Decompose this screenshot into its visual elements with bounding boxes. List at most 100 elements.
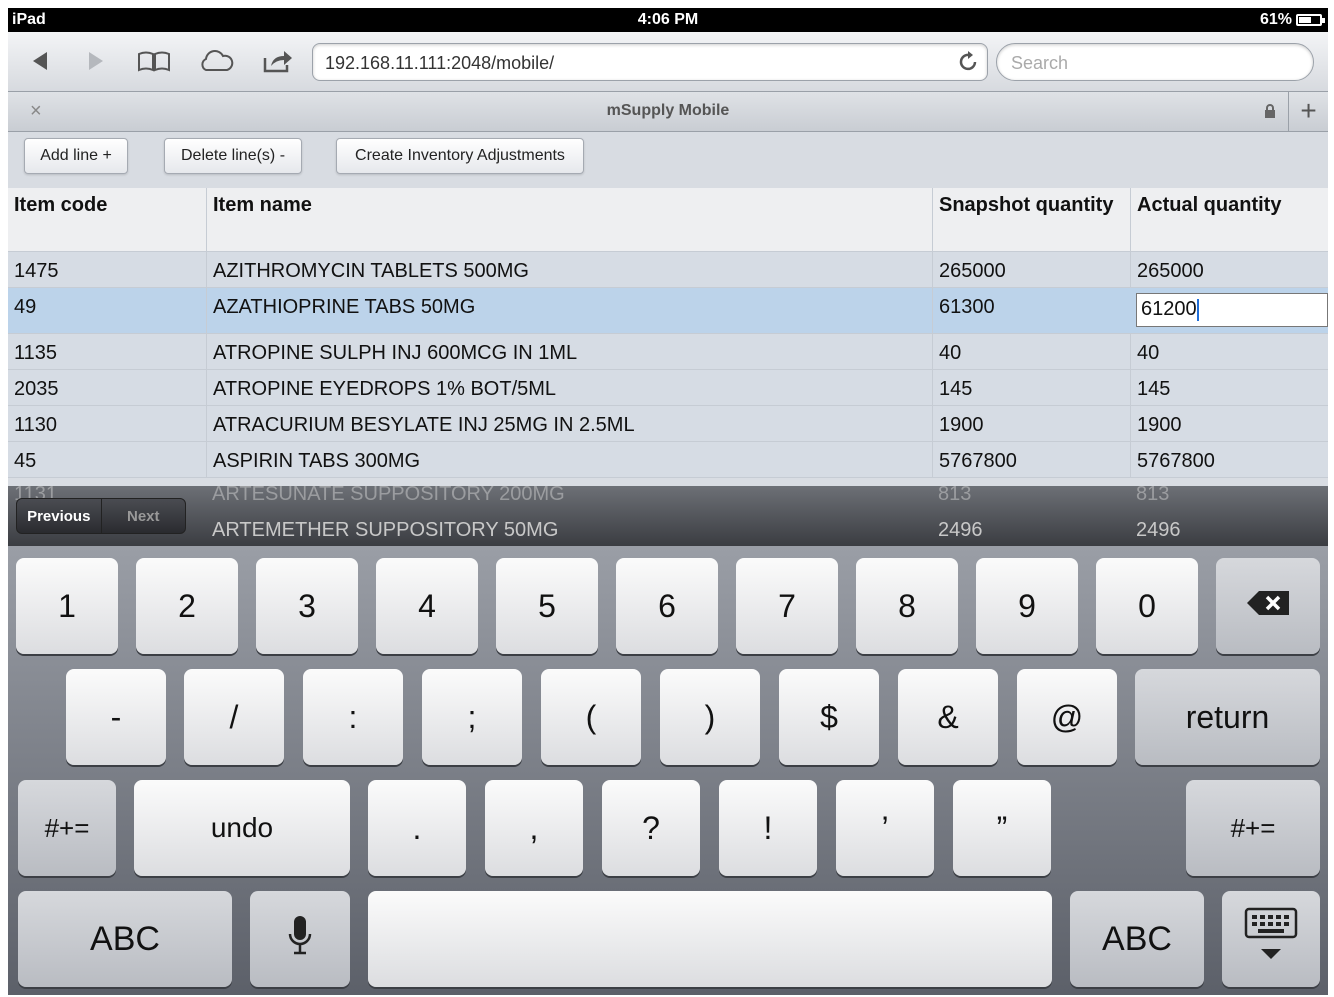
actual-qty-value: 61200 bbox=[1141, 298, 1197, 320]
status-bar: iPad 4:06 PM 61% bbox=[8, 8, 1328, 32]
undo-key[interactable]: undo bbox=[134, 780, 350, 876]
on-screen-keyboard: 1 2 3 4 5 6 7 8 9 0 - / : ; ( ) $ & @ re… bbox=[8, 546, 1328, 995]
key-2[interactable]: 2 bbox=[136, 558, 238, 654]
key-minus[interactable]: - bbox=[66, 669, 166, 765]
item-name-cell: ATROPINE SULPH INJ 600MCG IN 1ML bbox=[206, 334, 932, 369]
delete-lines-button[interactable]: Delete line(s) - bbox=[164, 138, 302, 174]
item-name-cell: ATRACURIUM BESYLATE INJ 25MG IN 2.5ML bbox=[206, 406, 932, 441]
snapshot-qty-cell: 813 bbox=[938, 483, 972, 505]
space-bar[interactable] bbox=[368, 891, 1052, 987]
key-7[interactable]: 7 bbox=[736, 558, 838, 654]
item-code-cell: 1135 bbox=[14, 342, 58, 364]
actual-qty-cell: 813 bbox=[1136, 483, 1170, 505]
snapshot-qty-cell: 145 bbox=[932, 370, 1130, 405]
item-name-cell: ARTESUNATE SUPPOSITORY 200MG bbox=[212, 483, 565, 505]
item-name-cell: ATROPINE EYEDROPS 1% BOT/5ML bbox=[206, 370, 932, 405]
tab-title[interactable]: mSupply Mobile bbox=[8, 102, 1328, 120]
battery-percent: 61% bbox=[1259, 11, 1292, 28]
hide-keyboard-key[interactable] bbox=[1222, 891, 1320, 987]
share-icon[interactable] bbox=[260, 46, 296, 76]
key-9[interactable]: 9 bbox=[976, 558, 1078, 654]
search-field[interactable]: Search bbox=[996, 43, 1314, 81]
item-name-cell: AZITHROMYCIN TABLETS 500MG bbox=[206, 252, 932, 287]
table-row[interactable]: 1130 ATRACURIUM BESYLATE INJ 25MG IN 2.5… bbox=[8, 406, 1328, 442]
actual-qty-cell[interactable]: 1900 bbox=[1130, 406, 1328, 441]
url-text: 192.168.11.111:2048/mobile/ bbox=[325, 53, 555, 73]
key-at[interactable]: @ bbox=[1017, 669, 1117, 765]
text-caret bbox=[1196, 298, 1199, 321]
actual-qty-cell[interactable]: 5767800 bbox=[1130, 442, 1328, 477]
key-quote[interactable]: ” bbox=[953, 780, 1051, 876]
actual-qty-cell[interactable]: 265000 bbox=[1130, 252, 1328, 287]
table-row-selected[interactable]: 49 AZATHIOPRINE TABS 50MG 61300 61200 bbox=[8, 288, 1328, 334]
backspace-icon bbox=[1245, 588, 1291, 625]
add-line-button[interactable]: Add line + bbox=[24, 138, 128, 174]
create-adjustments-button[interactable]: Create Inventory Adjustments bbox=[336, 138, 584, 174]
key-period[interactable]: . bbox=[368, 780, 466, 876]
item-name-cell: AZATHIOPRINE TABS 50MG bbox=[206, 288, 932, 333]
keyboard-dismiss-icon bbox=[1244, 907, 1298, 971]
previous-button[interactable]: Previous bbox=[17, 499, 101, 533]
prev-next-control: Previous Next bbox=[16, 498, 186, 534]
next-button[interactable]: Next bbox=[100, 499, 186, 533]
tab-bar: × mSupply Mobile + bbox=[8, 92, 1328, 132]
abc-key-left[interactable]: ABC bbox=[18, 891, 232, 987]
key-question[interactable]: ? bbox=[602, 780, 700, 876]
actual-qty-input[interactable]: 61200 bbox=[1136, 293, 1328, 327]
stocktake-table: Item code Item name Snapshot quantity Ac… bbox=[8, 188, 1328, 478]
dictation-key[interactable] bbox=[250, 891, 350, 987]
key-6[interactable]: 6 bbox=[616, 558, 718, 654]
key-1[interactable]: 1 bbox=[16, 558, 118, 654]
item-name-cell: ARTEMETHER SUPPOSITORY 50MG bbox=[212, 519, 559, 541]
cloud-icon[interactable] bbox=[198, 46, 234, 76]
shift-symbols-key-right[interactable]: #+= bbox=[1186, 780, 1320, 876]
snapshot-qty-cell: 5767800 bbox=[932, 442, 1130, 477]
column-header-snapshot[interactable]: Snapshot quantity bbox=[932, 188, 1130, 251]
key-colon[interactable]: : bbox=[303, 669, 403, 765]
reload-icon[interactable] bbox=[959, 50, 979, 78]
table-row[interactable]: 45 ASPIRIN TABS 300MG 5767800 5767800 bbox=[8, 442, 1328, 478]
shift-symbols-key-left[interactable]: #+= bbox=[18, 780, 116, 876]
key-8[interactable]: 8 bbox=[856, 558, 958, 654]
key-ampersand[interactable]: & bbox=[898, 669, 998, 765]
key-semicolon[interactable]: ; bbox=[422, 669, 522, 765]
table-row[interactable]: 1475 AZITHROMYCIN TABLETS 500MG 265000 2… bbox=[8, 252, 1328, 288]
key-apostrophe[interactable]: ’ bbox=[836, 780, 934, 876]
book-icon[interactable] bbox=[136, 46, 172, 76]
form-assistant-bar: 1131 ARTESUNATE SUPPOSITORY 200MG 813 81… bbox=[8, 483, 1328, 546]
back-arrow-icon[interactable] bbox=[22, 46, 58, 76]
key-close-paren[interactable]: ) bbox=[660, 669, 760, 765]
key-3[interactable]: 3 bbox=[256, 558, 358, 654]
new-tab-button[interactable]: + bbox=[1288, 92, 1328, 132]
abc-key-right[interactable]: ABC bbox=[1070, 891, 1204, 987]
key-comma[interactable]: , bbox=[485, 780, 583, 876]
column-header-item-code[interactable]: Item code bbox=[8, 188, 206, 251]
search-placeholder: Search bbox=[1011, 53, 1069, 73]
snapshot-qty-cell: 2496 bbox=[938, 519, 983, 541]
forward-arrow-icon[interactable] bbox=[78, 46, 114, 76]
snapshot-qty-cell: 265000 bbox=[932, 252, 1130, 287]
key-exclamation[interactable]: ! bbox=[719, 780, 817, 876]
key-open-paren[interactable]: ( bbox=[541, 669, 641, 765]
key-dollar[interactable]: $ bbox=[779, 669, 879, 765]
key-slash[interactable]: / bbox=[184, 669, 284, 765]
snapshot-qty-cell: 1900 bbox=[932, 406, 1130, 441]
table-row[interactable]: 1135 ATROPINE SULPH INJ 600MCG IN 1ML 40… bbox=[8, 334, 1328, 370]
column-header-actual[interactable]: Actual quantity bbox=[1130, 188, 1328, 251]
key-4[interactable]: 4 bbox=[376, 558, 478, 654]
item-code-cell: 1475 bbox=[14, 260, 59, 282]
key-5[interactable]: 5 bbox=[496, 558, 598, 654]
item-code-cell: 2035 bbox=[14, 378, 59, 400]
delete-key[interactable] bbox=[1216, 558, 1320, 654]
actual-qty-cell[interactable]: 145 bbox=[1130, 370, 1328, 405]
actual-qty-cell[interactable]: 40 bbox=[1130, 334, 1328, 369]
table-row[interactable]: 2035 ATROPINE EYEDROPS 1% BOT/5ML 145 14… bbox=[8, 370, 1328, 406]
battery-fill bbox=[1299, 17, 1311, 23]
return-key[interactable]: return bbox=[1135, 669, 1320, 765]
snapshot-qty-cell: 61300 bbox=[932, 288, 1130, 333]
url-field[interactable]: 192.168.11.111:2048/mobile/ bbox=[312, 43, 988, 81]
item-code-cell: 49 bbox=[14, 296, 37, 318]
column-header-item-name[interactable]: Item name bbox=[206, 188, 932, 251]
actual-qty-cell: 2496 bbox=[1136, 519, 1181, 541]
key-0[interactable]: 0 bbox=[1096, 558, 1198, 654]
